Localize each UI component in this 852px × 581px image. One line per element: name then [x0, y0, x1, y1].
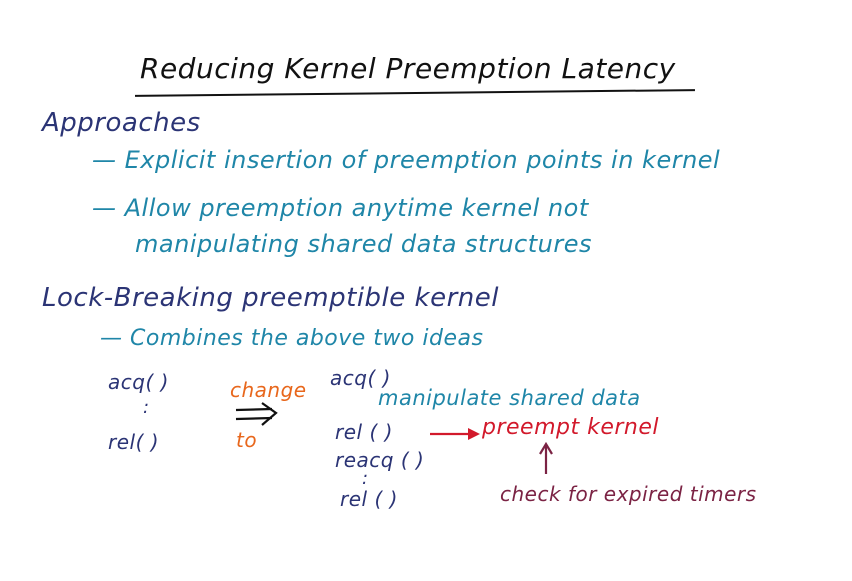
approaches-heading: Approaches: [42, 108, 201, 138]
change-label: change: [230, 378, 307, 402]
approach-item-allow-continued: manipulating shared data structures: [135, 230, 592, 258]
left-ellipsis: :: [143, 397, 150, 418]
arrow-up-icon: [539, 442, 553, 474]
right-rel-call-final: rel ( ): [340, 487, 398, 511]
combines-item: — Combines the above two ideas: [100, 326, 484, 351]
lock-breaking-heading: Lock-Breaking preemptible kernel: [42, 283, 499, 313]
right-rel-call: rel ( ): [335, 420, 393, 444]
left-rel-call: rel( ): [108, 430, 160, 454]
right-reacq-call: reacq ( ): [335, 448, 425, 472]
arrow-right-icon: [430, 428, 480, 440]
implies-arrow-icon: [235, 402, 278, 426]
page-title: Reducing Kernel Preemption Latency: [140, 52, 676, 85]
left-acq-call: acq( ): [108, 370, 169, 394]
preempt-kernel-label: preempt kernel: [482, 415, 660, 440]
right-ellipsis: :: [362, 468, 369, 489]
approach-item-explicit: — Explicit insertion of preemption point…: [92, 146, 721, 174]
approach-item-allow: — Allow preemption anytime kernel not: [92, 194, 589, 222]
manipulate-shared-data-label: manipulate shared data: [378, 386, 641, 410]
to-label: to: [236, 428, 258, 452]
check-timers-label: check for expired timers: [500, 482, 757, 506]
title-underline: [135, 89, 695, 97]
